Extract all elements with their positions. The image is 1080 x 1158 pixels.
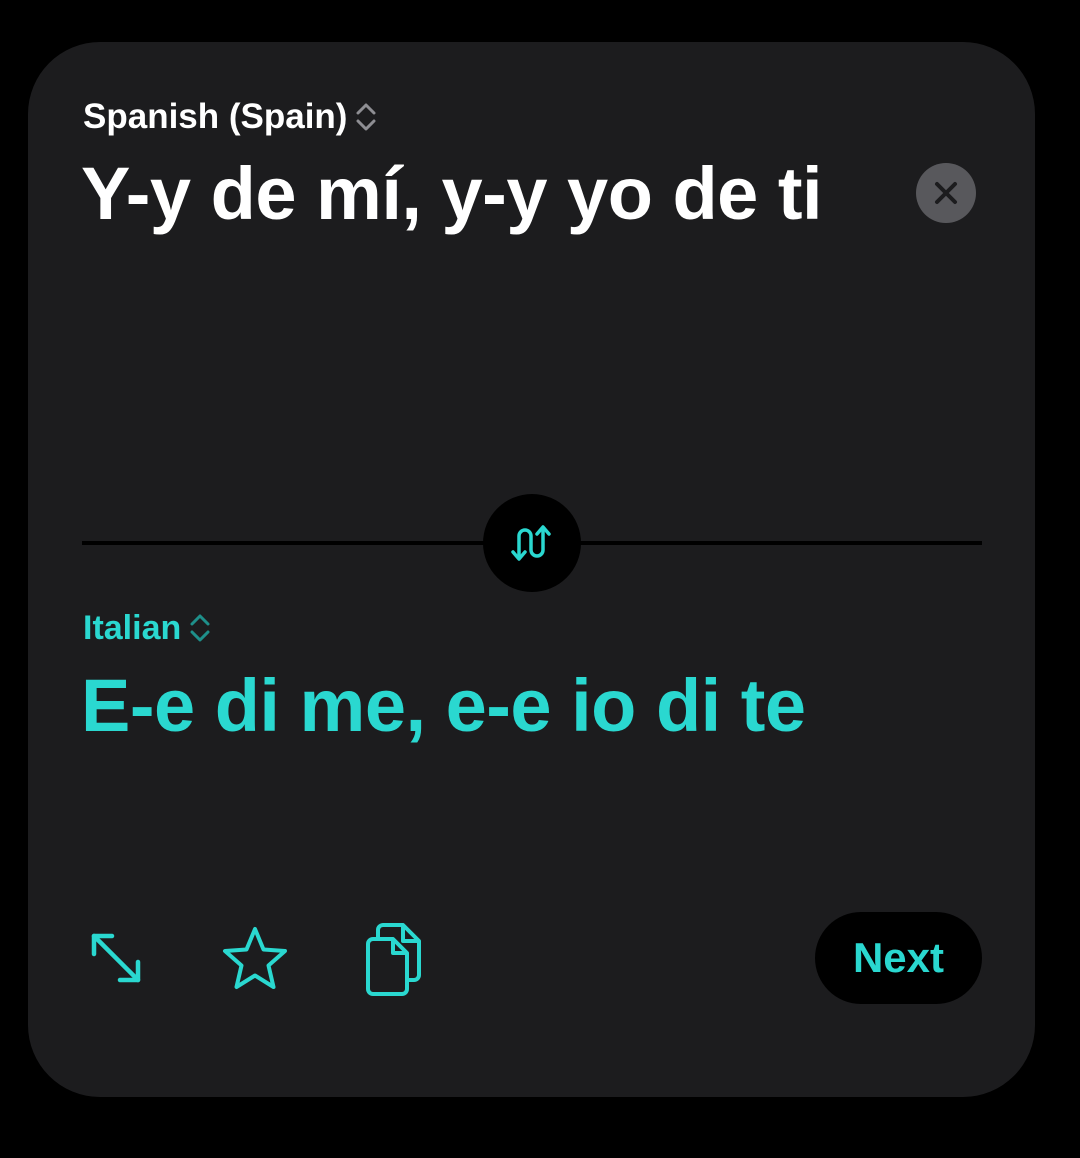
swap-languages-button[interactable]: [483, 494, 581, 592]
next-button[interactable]: Next: [815, 912, 982, 1004]
target-language-selector[interactable]: Italian: [83, 606, 211, 650]
copy-icon: [366, 923, 421, 996]
copy-button[interactable]: [358, 916, 434, 1002]
chevron-up-down-icon: [189, 612, 211, 644]
source-text[interactable]: Y-y de mí, y-y yo de ti: [81, 150, 901, 238]
swap-languages-icon: [511, 525, 551, 561]
target-language-label: Italian: [83, 608, 182, 647]
source-language-label: Spanish (Spain): [83, 97, 348, 136]
expand-button[interactable]: [80, 922, 152, 994]
favorite-button[interactable]: [218, 922, 292, 996]
source-language-selector[interactable]: Spanish (Spain): [83, 94, 377, 140]
close-icon: [935, 182, 957, 204]
chevron-up-down-icon: [355, 101, 377, 133]
translation-card: Spanish (Spain) Y-y de mí, y-y yo de ti …: [28, 42, 1035, 1097]
expand-arrows-icon: [91, 933, 141, 983]
translated-text: E-e di me, e-e io di te: [81, 664, 806, 747]
clear-button[interactable]: [916, 163, 976, 223]
star-icon: [223, 927, 287, 989]
